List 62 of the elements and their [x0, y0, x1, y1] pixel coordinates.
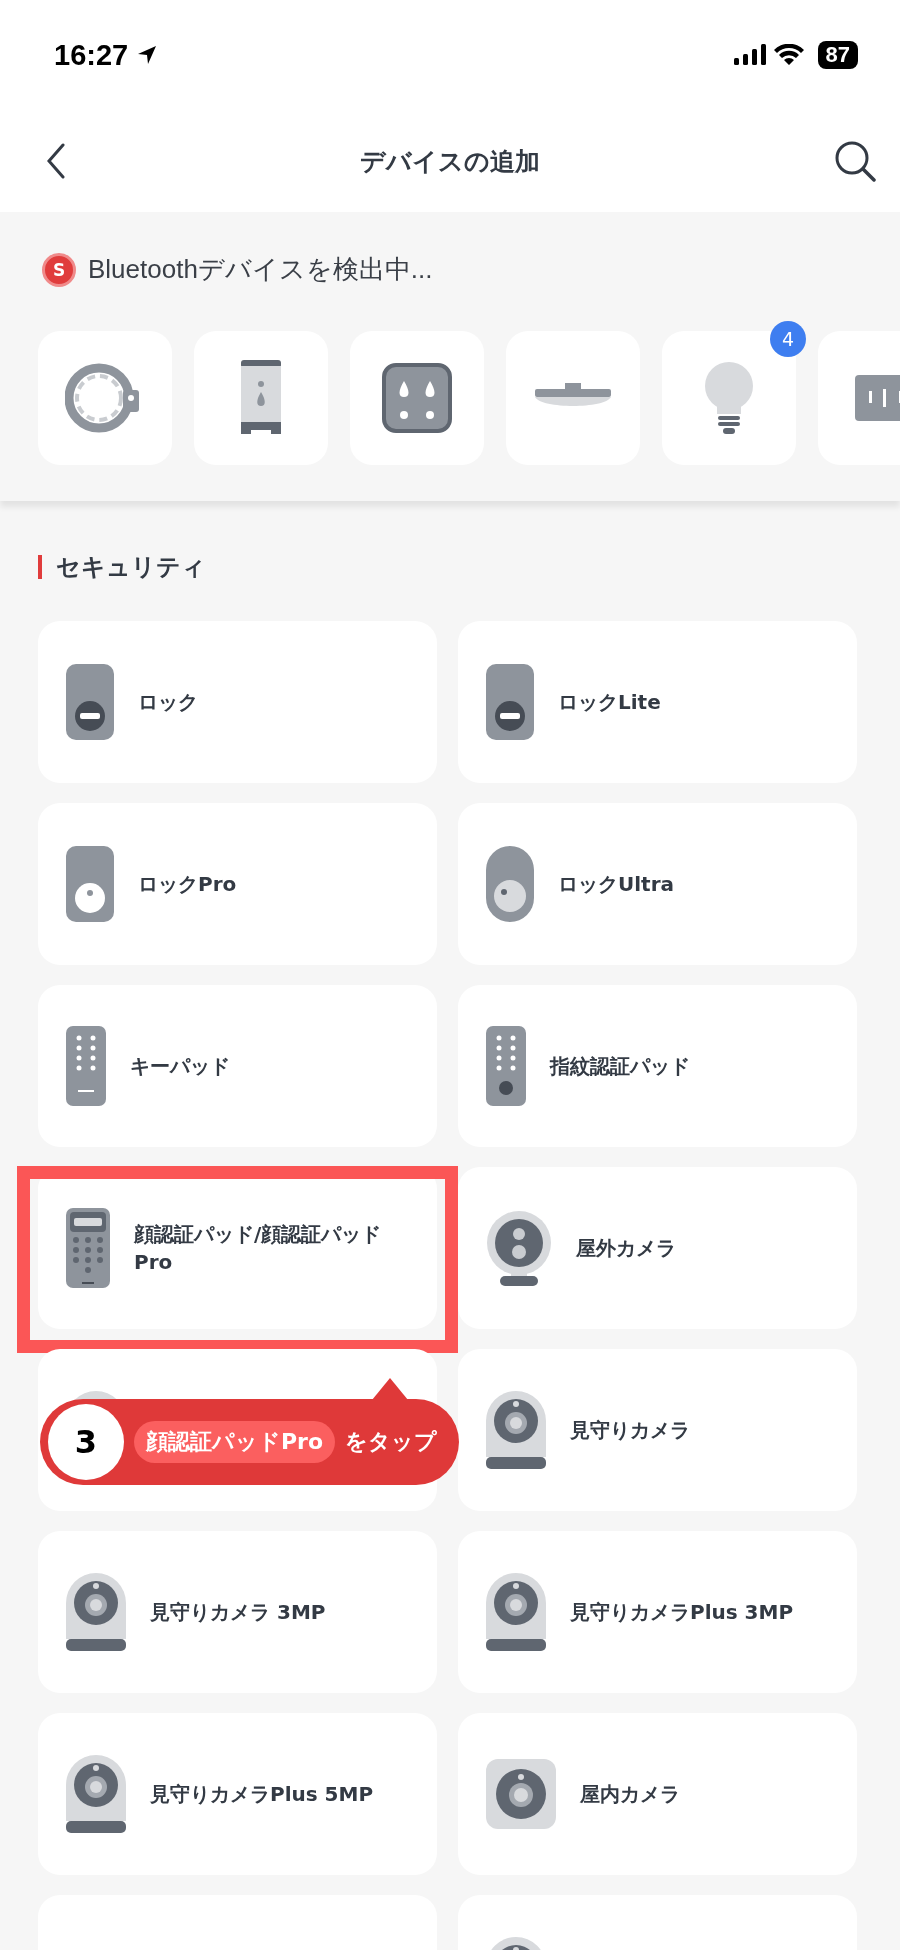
section-title: セキュリティ [56, 552, 206, 583]
wifi-icon [773, 44, 804, 66]
device-name: 屋外カメラ [576, 1235, 676, 1262]
nearby-device-button[interactable] [506, 331, 640, 465]
device-card[interactable]: 見守りカメラ [458, 1349, 857, 1511]
device-name: 顔認証パッド/顔認証パッドPro [134, 1221, 383, 1276]
nearby-device-button[interactable] [194, 331, 328, 465]
device-card[interactable]: ロックUltra [458, 803, 857, 965]
device-card[interactable]: 屋外カメラ [458, 1167, 857, 1329]
light-bulb-icon [703, 360, 755, 436]
device-card[interactable]: 屋内カメラ [458, 1713, 857, 1875]
device-name: ロック [138, 689, 198, 716]
location-arrow-icon [136, 44, 159, 66]
device-name: 見守りカメラPlus 5MP [150, 1781, 374, 1808]
signal-icon [733, 44, 766, 66]
plug-icon [382, 363, 452, 433]
count-badge: 4 [770, 321, 806, 357]
search-icon[interactable] [834, 140, 876, 182]
device-name: 見守りカメラ 3MP [150, 1599, 326, 1626]
target-label: 顔認証パッドPro [134, 1421, 336, 1463]
nearby-device-button[interactable] [662, 331, 796, 465]
device-card[interactable]: ロック [38, 621, 437, 783]
camera-icon [486, 1391, 546, 1469]
page-title: デバイスの追加 [360, 145, 540, 178]
camera-icon [486, 1759, 556, 1829]
step-number: 3 [48, 1404, 124, 1480]
nearby-device-button[interactable] [350, 331, 484, 465]
device-name: キーパッド [130, 1053, 230, 1080]
device-name: 見守りカメラPlus 3MP [570, 1599, 794, 1626]
device-name: ロックPro [138, 871, 237, 898]
camera-icon [66, 1573, 126, 1651]
nearby-device-button[interactable] [38, 331, 172, 465]
device-card[interactable]: キーパッド [38, 985, 437, 1147]
device-card[interactable]: ロックLite [458, 621, 857, 783]
keypad-icon [66, 1026, 106, 1106]
camera-icon [66, 1755, 126, 1833]
lock-icon [486, 846, 534, 922]
device-card[interactable]: 見守りカメラ 3MP [38, 1531, 437, 1693]
device-name: 見守りカメラ [570, 1417, 690, 1444]
keypad-icon [486, 1026, 526, 1106]
instruction-text: をタップ [345, 1428, 438, 1456]
scanning-status: Bluetoothデバイスを検出中... [88, 253, 433, 286]
back-icon[interactable] [46, 143, 66, 179]
battery-level: 87 [817, 41, 858, 69]
device-card[interactable]: 見守りカメラPlus 3MP [458, 1531, 857, 1693]
device-card[interactable]: ロックPro [38, 803, 437, 965]
status-time: 16:27 [54, 38, 129, 72]
device-name: 指紋認証パッド [550, 1053, 690, 1080]
device-name: ロックUltra [558, 871, 674, 898]
lock-icon [66, 846, 114, 922]
device-card[interactable]: 見守りカメラPlus 5MP [38, 1713, 437, 1875]
device-name: 屋内カメラ [580, 1781, 680, 1808]
device-name: ロックLite [558, 689, 661, 716]
sensor-bar-icon [855, 375, 900, 421]
device-card[interactable]: 指紋認証パッド [458, 985, 857, 1147]
camera-icon [486, 1573, 546, 1651]
keypad-icon [66, 1208, 110, 1288]
scanning-badge: S [42, 252, 76, 287]
lock-icon [66, 664, 114, 740]
lock-icon [486, 664, 534, 740]
camera-icon [486, 1210, 552, 1286]
dispenser-icon [239, 360, 283, 436]
